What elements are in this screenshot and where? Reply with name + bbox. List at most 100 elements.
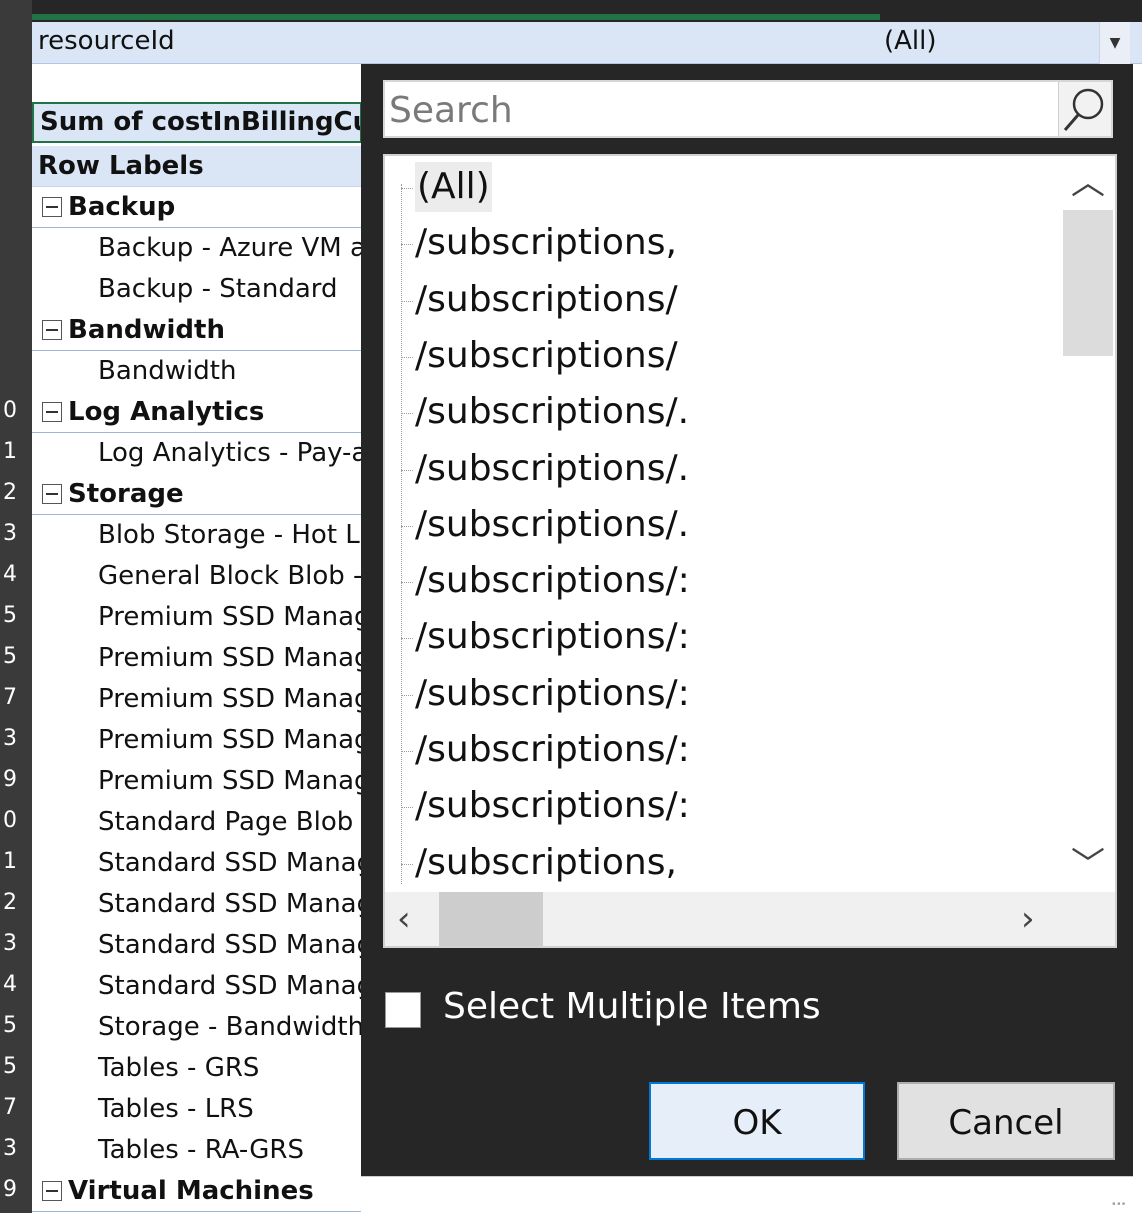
pivot-row-label: Storage - Bandwidth	[98, 1012, 362, 1042]
row-number[interactable]: 5	[3, 1015, 29, 1037]
pivot-item-row[interactable]: Premium SSD Manag	[32, 679, 362, 720]
pivot-item-row[interactable]: Tables - GRS	[32, 1048, 362, 1089]
resize-grip-bar[interactable]: ⠠⠤	[361, 1176, 1133, 1214]
row-number[interactable]: 5	[3, 605, 29, 627]
list-item-subscription[interactable]: /subscriptions/:	[415, 612, 690, 662]
pivot-category-row[interactable]: Virtual Machines	[32, 1171, 362, 1212]
list-item-subscription[interactable]: /subscriptions,	[415, 838, 677, 888]
collapse-icon[interactable]	[42, 402, 62, 422]
horizontal-scroll-thumb[interactable]	[439, 892, 543, 946]
pivot-item-row[interactable]: Premium SSD Manag	[32, 720, 362, 761]
list-item-subscription[interactable]: /subscriptions,	[415, 218, 677, 268]
pivot-category-row[interactable]: Storage	[32, 474, 362, 515]
row-number[interactable]: 4	[3, 564, 29, 586]
row-number[interactable]: 5	[3, 1056, 29, 1078]
search-icon[interactable]	[1058, 82, 1111, 136]
ok-button[interactable]: OK	[649, 1082, 865, 1160]
scroll-down-icon[interactable]: ﹀	[1071, 848, 1105, 882]
pivot-row-label: Log Analytics - Pay-as	[98, 438, 362, 468]
pivot-row-label: Bandwidth	[98, 356, 237, 386]
row-number[interactable]: 9	[3, 769, 29, 791]
pivot-category-row[interactable]: Log Analytics	[32, 392, 362, 433]
search-box[interactable]	[383, 80, 1113, 138]
tree-branch-line	[401, 244, 413, 246]
list-item-subscription[interactable]: /subscriptions/.	[415, 387, 689, 437]
items-listbox[interactable]: (All) /subscriptions, /subscriptions/ /subs…	[383, 154, 1117, 948]
row-number[interactable]: 2	[3, 892, 29, 914]
pivot-category-row[interactable]: Bandwidth	[32, 310, 362, 351]
cancel-button[interactable]: Cancel	[897, 1082, 1115, 1160]
row-number[interactable]: 3	[3, 523, 29, 545]
pivot-item-row[interactable]: Standard SSD Manag	[32, 843, 362, 884]
row-number[interactable]: 1	[3, 851, 29, 873]
vertical-scrollbar[interactable]: ︿ ﹀	[1061, 156, 1115, 892]
pivot-item-row[interactable]: Standard Page Blob -	[32, 802, 362, 843]
collapse-icon[interactable]	[42, 484, 62, 504]
search-input[interactable]	[385, 82, 1067, 138]
collapse-icon[interactable]	[42, 197, 62, 217]
vertical-scroll-thumb[interactable]	[1063, 210, 1113, 356]
pivot-row-label: Tables - GRS	[98, 1053, 260, 1083]
tree-guide-line	[401, 184, 402, 884]
pivot-row-label: Storage	[68, 479, 184, 509]
collapse-icon[interactable]	[42, 320, 62, 340]
list-item-subscription[interactable]: /subscriptions/	[415, 331, 678, 381]
row-number[interactable]: 3	[3, 933, 29, 955]
filter-dropdown-button[interactable]: ▼	[1099, 22, 1130, 64]
list-item-all[interactable]: (All)	[415, 162, 492, 212]
tree-branch-line	[401, 807, 413, 809]
row-number[interactable]: 9	[3, 1179, 29, 1201]
pivot-item-row[interactable]: Standard SSD Manag	[32, 884, 362, 925]
row-number[interactable]: 0	[3, 400, 29, 422]
pivot-item-row[interactable]: Backup - Azure VM a	[32, 228, 362, 269]
scroll-left-icon[interactable]: ‹	[397, 902, 411, 936]
pivot-item-row[interactable]: Log Analytics - Pay-as	[32, 433, 362, 474]
collapse-icon[interactable]	[42, 1181, 62, 1201]
row-number[interactable]: 7	[3, 687, 29, 709]
pivot-item-row[interactable]: Premium SSD Manag	[32, 597, 362, 638]
pivot-item-row[interactable]: Storage - Bandwidth	[32, 1007, 362, 1048]
row-labels-header[interactable]: Row Labels	[32, 146, 362, 187]
pivot-row-label: Backup - Standard	[98, 274, 338, 304]
pivot-row-label: Backup - Azure VM a	[98, 233, 362, 263]
row-number[interactable]: 7	[3, 1097, 29, 1119]
list-item-subscription[interactable]: /subscriptions/.	[415, 500, 689, 550]
list-item-subscription[interactable]: /subscriptions/:	[415, 725, 690, 775]
pivot-item-row[interactable]: Backup - Standard	[32, 269, 362, 310]
scroll-up-icon[interactable]: ︿	[1071, 166, 1105, 200]
row-number[interactable]: 1	[3, 441, 29, 463]
horizontal-scrollbar[interactable]: ‹ ›	[385, 892, 1115, 946]
pivot-item-row[interactable]: Tables - LRS	[32, 1089, 362, 1130]
pivot-item-row[interactable]: Tables - RA-GRS	[32, 1130, 362, 1171]
select-multiple-checkbox[interactable]	[385, 992, 421, 1028]
list-item-subscription[interactable]: /subscriptions/.	[415, 444, 689, 494]
tree-branch-line	[401, 413, 413, 415]
select-multiple-label[interactable]: Select Multiple Items	[443, 986, 821, 1027]
resize-grip-icon[interactable]: ⠠⠤	[1106, 1191, 1127, 1210]
scroll-right-icon[interactable]: ›	[1021, 902, 1035, 936]
list-item-subscription[interactable]: /subscriptions/:	[415, 556, 690, 606]
pivot-item-row[interactable]: Standard SSD Manag	[32, 925, 362, 966]
pivot-row-label: Standard SSD Manag	[98, 971, 362, 1001]
row-number[interactable]: 4	[3, 974, 29, 996]
row-number[interactable]: 3	[3, 1138, 29, 1160]
pivot-item-row[interactable]: Premium SSD Manag	[32, 638, 362, 679]
row-number[interactable]: 5	[3, 646, 29, 668]
pivot-item-row[interactable]: Blob Storage - Hot LF	[32, 515, 362, 556]
list-item-subscription[interactable]: /subscriptions/:	[415, 669, 690, 719]
report-filter-row[interactable]: resourceId (All) ▼	[32, 22, 1142, 64]
pivot-item-row[interactable]: Premium SSD Manag	[32, 761, 362, 802]
row-number[interactable]: 3	[3, 728, 29, 750]
sum-header[interactable]: Sum of costInBillingCurr	[32, 102, 362, 143]
pivot-item-row[interactable]: General Block Blob -	[32, 556, 362, 597]
pivot-row-label: Standard SSD Manag	[98, 848, 362, 878]
tree-branch-line	[401, 582, 413, 584]
row-number[interactable]: 0	[3, 810, 29, 832]
pivot-item-row[interactable]: Bandwidth	[32, 351, 362, 392]
pivot-row-label: Premium SSD Manag	[98, 602, 362, 632]
list-item-subscription[interactable]: /subscriptions/	[415, 275, 678, 325]
pivot-item-row[interactable]: Standard SSD Manag	[32, 966, 362, 1007]
row-number[interactable]: 2	[3, 482, 29, 504]
pivot-category-row[interactable]: Backup	[32, 187, 362, 228]
list-item-subscription[interactable]: /subscriptions/:	[415, 781, 690, 831]
